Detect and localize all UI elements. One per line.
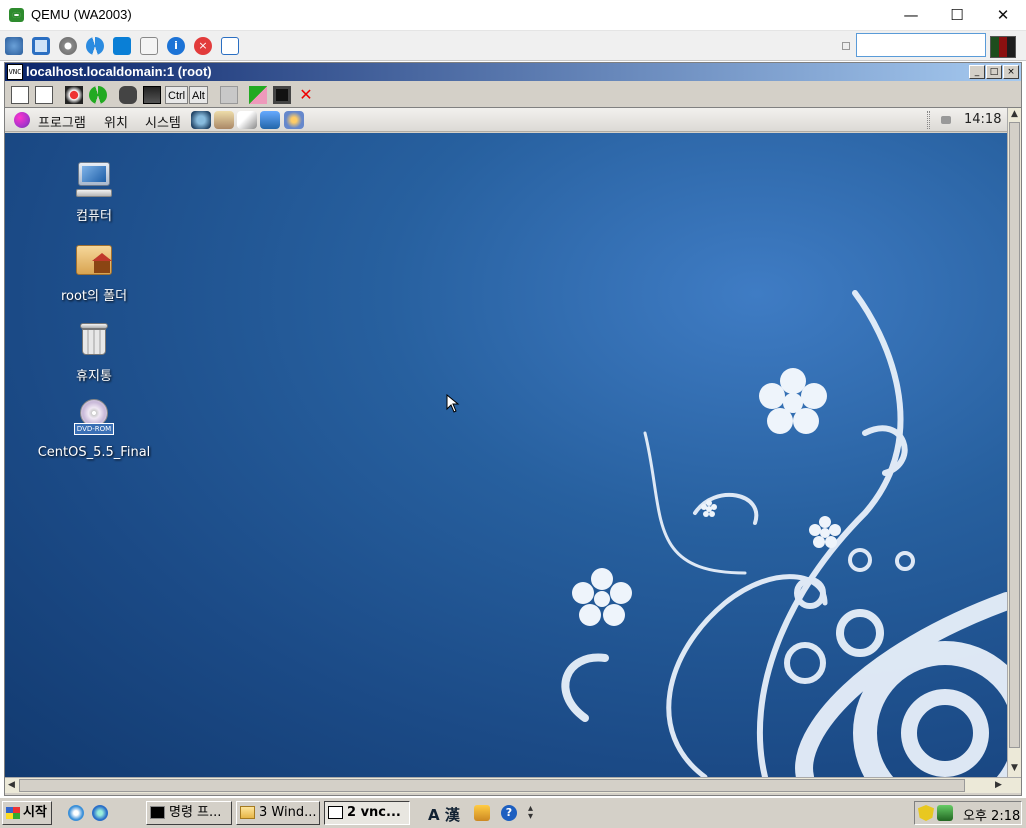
panel-clock[interactable]: 14:18 (964, 112, 1001, 127)
desktop-icon-home-folder[interactable]: root의 폴더 (34, 239, 154, 304)
taskbar-clock[interactable]: 오후 2:18 (963, 805, 1020, 824)
scroll-left-icon[interactable]: ◀ (8, 780, 15, 790)
desktop-icon-label: CentOS_5.5_Final (37, 445, 151, 460)
display-color-icon[interactable] (990, 36, 1016, 58)
gnome-desktop[interactable]: 컴퓨터 root의 폴더 휴지통 DVD-ROM CentOS_5.5_Fina… (5, 133, 1007, 777)
system-tray: 오후 2:18 (914, 801, 1022, 825)
clipboard-icon[interactable] (220, 86, 238, 104)
desktop-icon-label: 휴지통 (76, 369, 112, 384)
task-label: 명령 프... (169, 805, 222, 820)
start-button[interactable]: 시작 (2, 801, 52, 825)
stop-icon[interactable]: × (194, 37, 212, 55)
save-icon[interactable] (273, 86, 291, 104)
panel-separator (927, 111, 930, 129)
trash-icon (74, 319, 114, 359)
vnc-viewer-window: VNC localhost.localdomain:1 (root) _ □ ×… (4, 62, 1022, 796)
home-folder-icon (74, 239, 114, 279)
command-prompt-icon (150, 806, 165, 819)
volume-icon[interactable] (941, 116, 951, 124)
transfer-files-icon[interactable] (249, 86, 267, 104)
vertical-scrollbar[interactable]: ▲ ▼ (1007, 108, 1021, 777)
refresh-icon[interactable] (86, 37, 104, 55)
vnc-title-bar: VNC localhost.localdomain:1 (root) _ □ × (5, 63, 1021, 81)
window-title: QEMU (WA2003) (31, 7, 132, 22)
info-icon[interactable]: i (167, 37, 185, 55)
vertical-scroll-thumb[interactable] (1009, 122, 1020, 748)
dvd-rom-icon: DVD-ROM (74, 399, 114, 439)
desktop-icon-dvd[interactable]: DVD-ROM CentOS_5.5_Final (34, 399, 154, 460)
gear-icon[interactable] (59, 37, 77, 55)
ime-options-icon[interactable]: ▴ ▾ (528, 804, 544, 822)
document-icon[interactable] (140, 37, 158, 55)
start-menu-icon[interactable] (143, 86, 161, 104)
refresh-screen-icon[interactable] (89, 86, 107, 104)
network-status-icon[interactable] (937, 805, 953, 821)
gnome-foot-icon[interactable] (14, 112, 30, 128)
ctrl-key-button[interactable]: Ctrl (165, 86, 189, 104)
web-browser-launcher-icon[interactable] (191, 111, 211, 129)
desktop-icon-computer[interactable]: 컴퓨터 (34, 159, 154, 224)
options-icon[interactable] (11, 86, 29, 104)
horizontal-scrollbar[interactable]: ◀ ▶ (5, 777, 1021, 793)
help-icon[interactable]: ? (501, 805, 517, 821)
network-icon[interactable] (5, 37, 23, 55)
windows-icon[interactable] (113, 37, 131, 55)
computer-icon (74, 159, 114, 199)
vnc-icon (328, 806, 343, 819)
taskbar-button-vnc[interactable]: 2 vnc... (324, 801, 410, 825)
fullscreen-icon[interactable] (32, 37, 50, 55)
vnc-toolbar: Ctrl Alt ✕ (5, 82, 1021, 108)
vnc-title: localhost.localdomain:1 (root) (26, 64, 212, 79)
task-label: 3 Wind... (259, 805, 317, 820)
qemu-toolbar: i × (0, 31, 1026, 61)
vnc-maximize-button[interactable]: □ (986, 65, 1002, 79)
desktop-icon-trash[interactable]: 휴지통 (34, 319, 154, 384)
close-button[interactable]: ✕ (980, 0, 1026, 30)
taskbar-button-explorer[interactable]: 3 Wind... (236, 801, 320, 825)
scroll-down-icon[interactable]: ▼ (1011, 763, 1018, 773)
ctrl-alt-del-icon[interactable] (119, 86, 137, 104)
scroll-right-icon[interactable]: ▶ (995, 780, 1002, 790)
scroll-up-icon[interactable]: ▲ (1011, 109, 1018, 119)
ime-language-indicator[interactable]: A 漢 (428, 804, 460, 825)
task-label: 2 vnc... (347, 805, 401, 820)
internet-explorer-icon[interactable] (92, 805, 108, 821)
windows-taskbar: 시작 명령 프... 3 Wind... 2 vnc... A 漢 ? ▴ ▾ 오… (0, 797, 1026, 828)
horizontal-scroll-thumb[interactable] (19, 779, 965, 792)
show-desktop-icon[interactable] (68, 805, 84, 821)
qemu-app-icon (9, 8, 24, 22)
toolbar-search-input[interactable] (856, 33, 986, 57)
ime-tool-icon[interactable] (474, 805, 490, 821)
menu-system[interactable]: 시스템 (145, 112, 181, 131)
mail-launcher-icon[interactable] (214, 111, 234, 129)
vnc-logo-icon: VNC (7, 64, 23, 80)
security-shield-icon[interactable] (918, 805, 934, 821)
desktop-icon-label: 컴퓨터 (76, 209, 112, 224)
web-launcher-icon[interactable] (284, 111, 304, 129)
mouse-cursor-icon (446, 394, 460, 413)
alt-key-button[interactable]: Alt (189, 86, 208, 104)
connection-info-icon[interactable] (35, 86, 53, 104)
menu-places[interactable]: 위치 (104, 112, 128, 131)
disconnect-icon[interactable]: ✕ (297, 86, 315, 104)
toolbar-toggle[interactable] (842, 42, 850, 50)
fullscreen-icon[interactable] (65, 86, 83, 104)
qemu-title-bar: QEMU (WA2003) — ☐ ✕ (0, 0, 1026, 31)
wallpaper-swirls (561, 290, 1007, 777)
minimize-button[interactable]: — (888, 0, 934, 30)
folder-icon (240, 806, 255, 819)
vnc-close-button[interactable]: × (1003, 65, 1019, 79)
download-icon[interactable] (221, 37, 239, 55)
presentation-launcher-icon[interactable] (260, 111, 280, 129)
text-editor-launcher-icon[interactable] (237, 111, 257, 129)
maximize-button[interactable]: ☐ (934, 0, 980, 30)
vnc-minimize-button[interactable]: _ (969, 65, 985, 79)
desktop-icon-label: root의 폴더 (60, 289, 128, 304)
gnome-top-panel: 프로그램 위치 시스템 14:18 (5, 108, 1007, 132)
dvd-rom-badge: DVD-ROM (74, 423, 114, 435)
taskbar-button-cmd[interactable]: 명령 프... (146, 801, 232, 825)
menu-applications[interactable]: 프로그램 (38, 112, 86, 131)
